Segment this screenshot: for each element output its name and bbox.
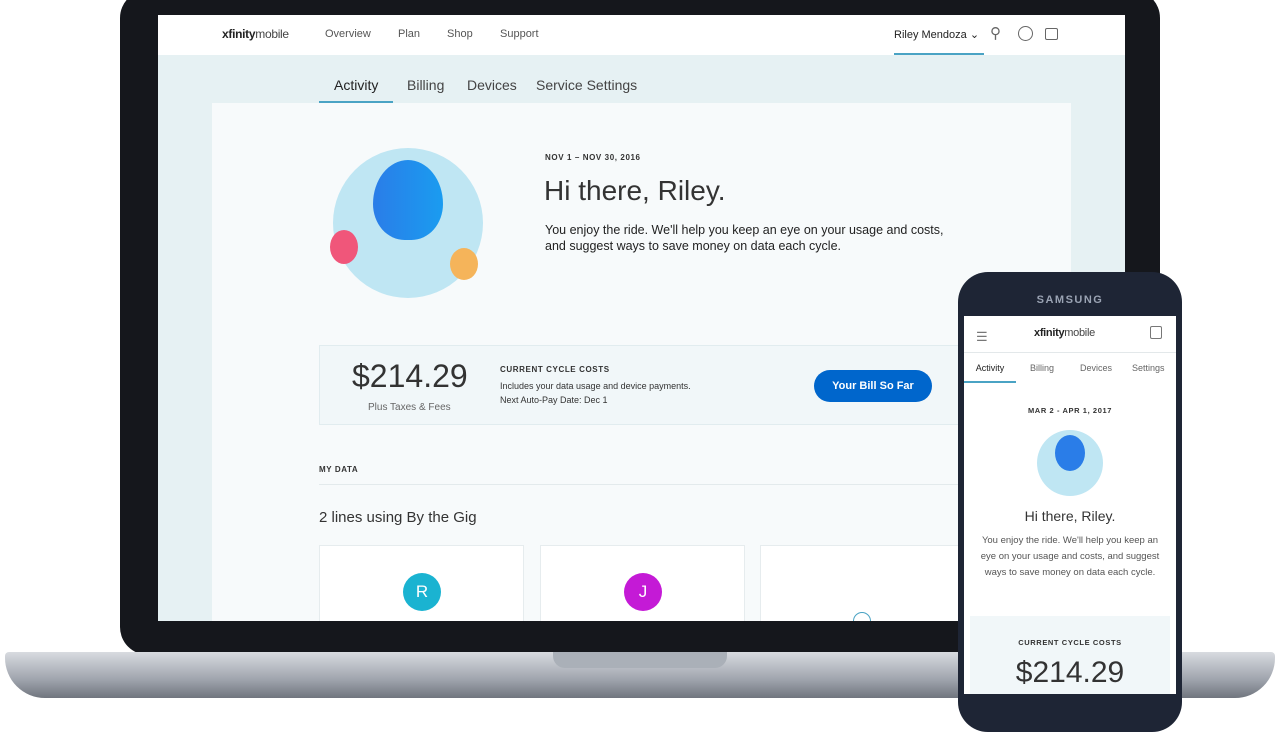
nav-overview[interactable]: Overview xyxy=(325,28,371,40)
cost-amount: $214.29 xyxy=(352,358,468,394)
line-card-j[interactable]: J xyxy=(540,545,745,621)
logo-bold: xfinity xyxy=(1034,327,1065,339)
laptop-notch xyxy=(553,652,727,668)
intro-line-2: and suggest ways to save money on data e… xyxy=(545,239,842,253)
hamburger-menu-icon[interactable]: ☰ xyxy=(976,329,988,345)
phone-tab-billing[interactable]: Billing xyxy=(1030,363,1054,373)
divider xyxy=(964,352,1176,353)
phone-tab-activity[interactable]: Activity xyxy=(964,363,1016,383)
phone-balloon-illustration xyxy=(1037,430,1103,496)
chevron-down-icon: ⌄ xyxy=(969,29,980,41)
phone-brand: SAMSUNG xyxy=(1036,294,1104,306)
intro-line-1: You enjoy the ride. We'll help you keep … xyxy=(545,223,944,237)
cost-line-2: Next Auto-Pay Date: Dec 1 xyxy=(500,395,608,405)
xfinity-mobile-logo[interactable]: xfinitymobile xyxy=(222,27,289,41)
line-card-r[interactable]: R xyxy=(319,545,524,621)
nav-shop[interactable]: Shop xyxy=(447,28,473,40)
phone-screen: ☰ xfinitymobile Activity Billing Devices… xyxy=(964,316,1176,694)
lines-heading: 2 lines using By the Gig xyxy=(319,509,477,526)
search-icon[interactable]: ⚲ xyxy=(990,24,1001,42)
phone-cycle-date: MAR 2 - APR 1, 2017 xyxy=(1027,406,1113,415)
logo-light: mobile xyxy=(255,27,289,41)
divider xyxy=(319,484,1019,485)
add-icon xyxy=(853,612,871,621)
tab-billing[interactable]: Billing xyxy=(407,77,444,93)
phone-tab-settings[interactable]: Settings xyxy=(1132,363,1165,373)
top-nav: xfinitymobile Overview Plan Shop Support… xyxy=(158,15,1125,55)
cost-line-1: Includes your data usage and device paym… xyxy=(500,381,691,391)
balloon-icon xyxy=(1055,435,1085,471)
logo-light: mobile xyxy=(1064,327,1095,339)
greeting: Hi there, Riley. xyxy=(544,175,726,206)
cycle-date: NOV 1 – NOV 30, 2016 xyxy=(545,153,641,162)
your-bill-so-far-button[interactable]: Your Bill So Far xyxy=(814,370,932,402)
cart-icon[interactable] xyxy=(1150,326,1162,339)
user-name: Riley Mendoza xyxy=(894,29,967,41)
phone-cost-amount: $214.29 xyxy=(1015,656,1125,689)
add-line-card[interactable] xyxy=(760,545,965,621)
chat-icon[interactable] xyxy=(1018,26,1033,41)
my-data-label: MY DATA xyxy=(319,465,359,474)
cart-icon[interactable] xyxy=(1045,28,1058,40)
avatar: R xyxy=(403,573,441,611)
avatar: J xyxy=(624,573,662,611)
nav-support[interactable]: Support xyxy=(500,28,539,40)
tab-devices[interactable]: Devices xyxy=(467,77,517,93)
phone-cost-panel: CURRENT CYCLE COSTS $214.29 xyxy=(970,616,1170,694)
cost-subtext: Plus Taxes & Fees xyxy=(368,402,451,413)
nav-plan[interactable]: Plan xyxy=(398,28,420,40)
balloon-pink-icon xyxy=(330,230,358,264)
phone-intro: You enjoy the ride. We'll help you keep … xyxy=(980,535,1160,578)
phone-greeting: Hi there, Riley. xyxy=(1024,508,1116,524)
balloon-orange-icon xyxy=(450,248,478,280)
balloon-illustration xyxy=(330,148,483,298)
logo-bold: xfinity xyxy=(222,27,256,41)
user-menu[interactable]: Riley Mendoza ⌄ xyxy=(894,28,984,55)
cycle-cost-panel: $214.29 Plus Taxes & Fees CURRENT CYCLE … xyxy=(319,345,964,425)
tab-activity[interactable]: Activity xyxy=(319,77,394,103)
cost-title: CURRENT CYCLE COSTS xyxy=(500,365,610,374)
phone-tab-devices[interactable]: Devices xyxy=(1080,363,1112,373)
phone-logo: xfinitymobile xyxy=(1034,327,1095,339)
balloon-icon xyxy=(373,160,443,240)
phone-cost-title: CURRENT CYCLE COSTS xyxy=(1018,638,1122,647)
tab-service-settings[interactable]: Service Settings xyxy=(536,77,637,93)
